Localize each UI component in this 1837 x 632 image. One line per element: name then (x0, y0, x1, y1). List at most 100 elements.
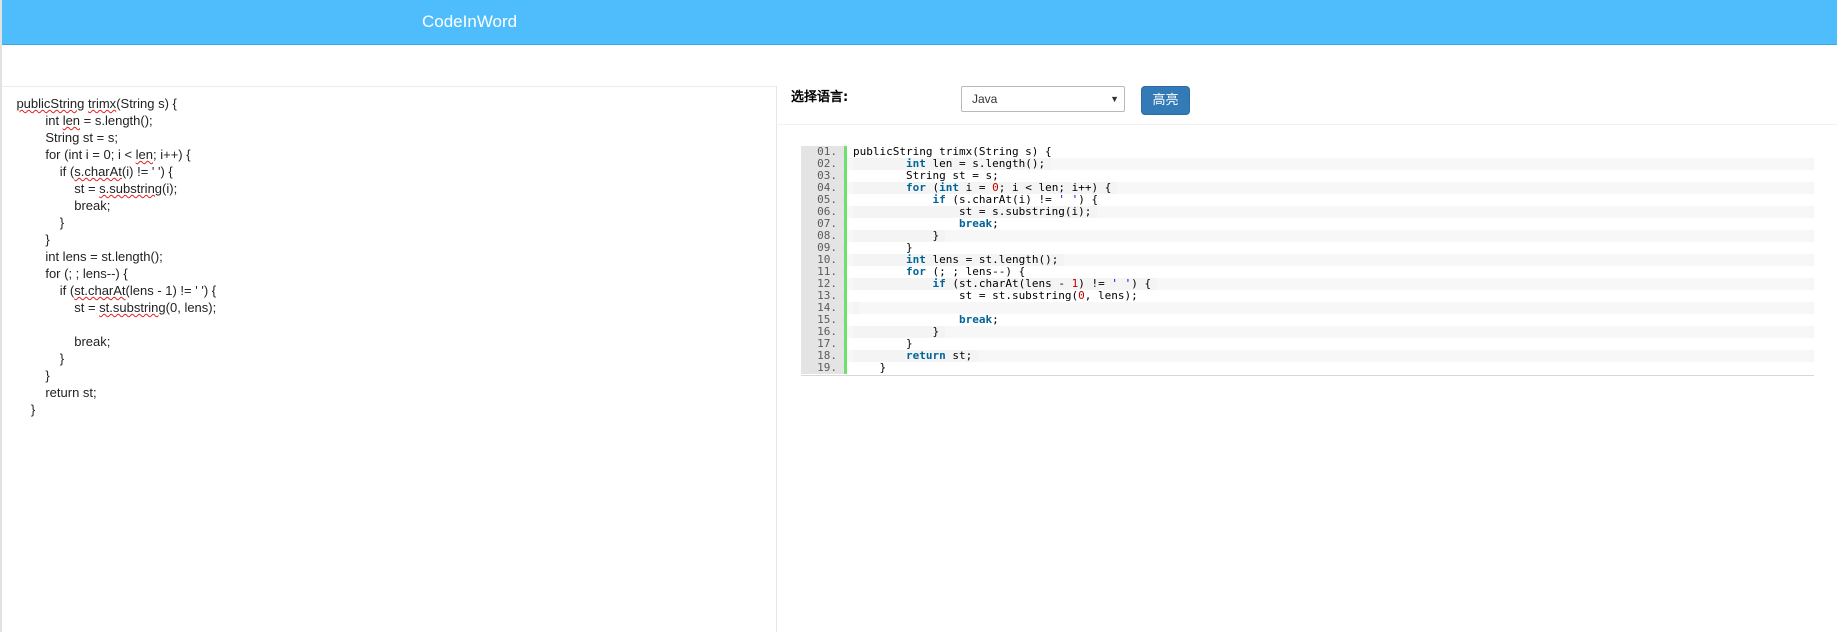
misspelled-word: s.charAt (74, 164, 122, 179)
gutter-bar (844, 170, 847, 182)
editor-text-segment: break; (2, 198, 111, 213)
code-token-num: 0 (1078, 289, 1085, 302)
code-token-kw: break (958, 313, 993, 326)
editor-text-segment: = s.length(); (80, 113, 153, 128)
editor-text-segment: (lens - 1) != ' ') { (125, 283, 217, 298)
editor-text-segment: (0, lens); (165, 300, 217, 315)
gutter-bar (844, 314, 847, 326)
misspelled-word: st.substring (99, 300, 166, 315)
misspelled-word: st.charAt (74, 283, 126, 298)
code-token: ; (992, 313, 999, 326)
code-line: 13. st = st.substring(0, lens); (801, 290, 1814, 302)
editor-text-segment: } (2, 402, 36, 417)
code-line: 07. break; (801, 218, 1814, 230)
editor-line: for (int i = 0; i < len; i++) { (2, 146, 216, 163)
code-token-kw: return (905, 349, 946, 362)
gutter-bar (844, 278, 847, 290)
editor-text-segment: for (int i = 0; i < (2, 147, 136, 162)
app-header: CodeInWord (2, 0, 1837, 45)
code-line-background (847, 326, 1814, 338)
editor-line: break; (2, 333, 216, 350)
editor-line: break; (2, 197, 216, 214)
editor-text-segment: } (2, 351, 65, 366)
gutter-bar (844, 194, 847, 206)
line-number: 19. (801, 362, 844, 374)
editor-text[interactable]: publicString trimx(String s) { int len =… (2, 95, 216, 418)
editor-line: int lens = st.length(); (2, 248, 216, 265)
gutter-bar (844, 230, 847, 242)
misspelled-word: len (62, 113, 81, 128)
code-line: 16. } (801, 326, 1814, 338)
code-line-background (847, 362, 1814, 374)
code-token: st; (945, 349, 973, 362)
editor-line: st = s.substring(i); (2, 180, 216, 197)
editor-text-segment: if ( (2, 283, 75, 298)
language-select[interactable]: Java ▼ (961, 86, 1125, 112)
code-text: } (853, 361, 893, 374)
code-line: 08. } (801, 230, 1814, 242)
editor-text-segment: int (2, 113, 63, 128)
editor-text-segment: (i); (162, 181, 178, 196)
editor-line: } (2, 367, 216, 384)
gutter-bar (844, 206, 847, 218)
gutter-bar (844, 302, 847, 314)
editor-line: st = st.substring(0, lens); (2, 299, 216, 316)
gutter-bar (844, 182, 847, 194)
editor-text-segment: st = (2, 181, 100, 196)
misspelled-word: trimx (88, 96, 117, 111)
editor-text-segment: } (2, 232, 50, 247)
code-line: 15. break; (801, 314, 1814, 326)
editor-text-segment: (String s) { (116, 96, 177, 111)
misspelled-word: len (135, 147, 154, 162)
code-line: 19. } (801, 362, 1814, 374)
gutter-bar (844, 266, 847, 278)
app-title: CodeInWord (422, 12, 518, 31)
code-text: st = st.substring(0, lens); (853, 290, 1144, 302)
editor-text-segment: (i) != ' ') { (121, 164, 173, 179)
gutter-bar (844, 326, 847, 338)
editor-text-segment: for (; ; lens--) { (2, 266, 128, 281)
editor-line: if (s.charAt(i) != ' ') { (2, 163, 216, 180)
editor-text-segment: return st; (2, 385, 97, 400)
right-pane-divider (778, 124, 1837, 125)
editor-line: if (st.charAt(lens - 1) != ' ') { (2, 282, 216, 299)
editor-text-segment (2, 96, 16, 111)
editor-text-segment: ; i++) { (153, 147, 191, 162)
editor-text-segment: } (2, 215, 65, 230)
code-line-background (847, 338, 1814, 350)
gutter-bar (844, 254, 847, 266)
code-line: 18. return st; (801, 350, 1814, 362)
editor-line: for (; ; lens--) { (2, 265, 216, 282)
gutter-bar (844, 242, 847, 254)
editor-text-segment: st = (2, 300, 100, 315)
language-label: 选择语言: (791, 90, 849, 105)
code-token: ; (992, 217, 999, 230)
code-token: } (853, 361, 887, 374)
code-line-background (847, 230, 1814, 242)
code-input-editor[interactable]: publicString trimx(String s) { int len =… (2, 86, 777, 632)
editor-line: } (2, 350, 216, 367)
gutter-bar (844, 146, 847, 158)
editor-text-segment: } (2, 368, 50, 383)
editor-line: publicString trimx(String s) { (2, 95, 216, 112)
highlight-button[interactable]: 高亮 (1141, 86, 1190, 115)
editor-text-segment: if ( (2, 164, 75, 179)
misspelled-word: s.substring (99, 181, 163, 196)
editor-line: } (2, 231, 216, 248)
editor-line: String st = s; (2, 129, 216, 146)
highlighted-code-block: 01. publicString trimx(String s) {02. int… (801, 146, 1814, 376)
code-line-background (847, 350, 1814, 362)
editor-line: } (2, 401, 216, 418)
editor-line: int len = s.length(); (2, 112, 216, 129)
gutter-bar (844, 218, 847, 230)
gutter-bar (844, 350, 847, 362)
language-select-value: Java (972, 92, 998, 106)
gutter-bar (844, 338, 847, 350)
editor-text-segment: int lens = st.length(); (2, 249, 163, 264)
editor-line: return st; (2, 384, 216, 401)
editor-text-segment: String st = s; (2, 130, 118, 145)
gutter-bar (844, 290, 847, 302)
editor-line: } (2, 214, 216, 231)
chevron-down-icon: ▼ (1110, 94, 1119, 104)
